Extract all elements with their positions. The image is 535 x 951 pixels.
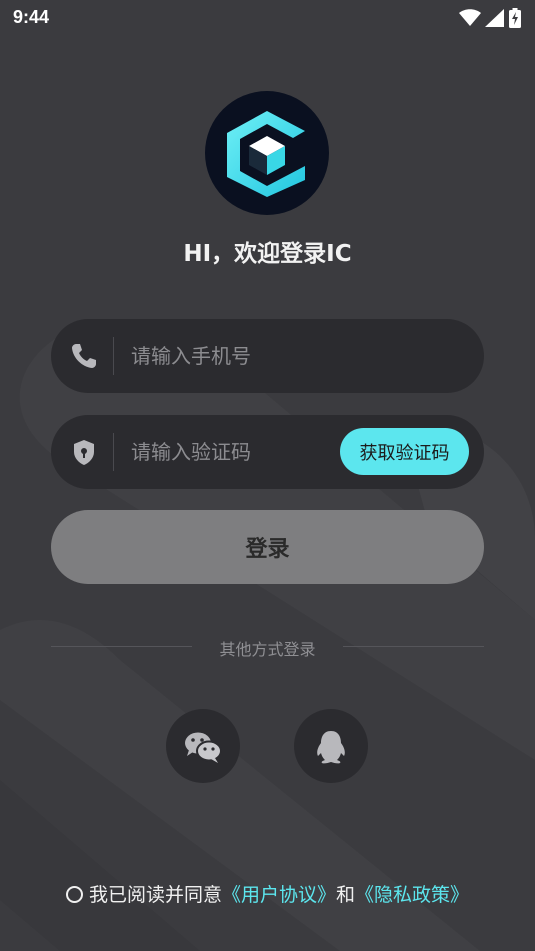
- privacy-policy-link[interactable]: 《隐私政策》: [355, 884, 469, 906]
- status-bar: 9:44: [0, 0, 535, 36]
- qq-login-button[interactable]: [294, 709, 368, 783]
- verification-code-field[interactable]: 获取验证码: [51, 415, 484, 489]
- phone-input[interactable]: [131, 336, 371, 376]
- wifi-icon: [459, 9, 481, 26]
- get-code-button[interactable]: 获取验证码: [340, 428, 469, 475]
- agreement-radio[interactable]: [65, 886, 83, 903]
- welcome-title: HI，欢迎登录IC: [183, 241, 352, 267]
- status-time: 9:44: [13, 7, 50, 27]
- phone-field-divider: [113, 337, 114, 375]
- signal-icon: [485, 9, 504, 27]
- app-logo: [205, 91, 329, 215]
- code-field-divider: [113, 433, 114, 471]
- wechat-login-button[interactable]: [166, 709, 240, 783]
- shield-icon: [74, 440, 94, 465]
- divider-line-right: [343, 646, 484, 647]
- agreement: 我已阅读并同意《用户协议》和《隐私政策》: [0, 880, 535, 907]
- agreement-prefix: 我已阅读并同意: [88, 884, 222, 906]
- phone-icon: [72, 344, 96, 368]
- verification-code-input[interactable]: [131, 432, 371, 472]
- other-login-divider: 其他方式登录: [51, 634, 484, 660]
- user-agreement-link[interactable]: 《用户协议》: [222, 884, 336, 906]
- wechat-icon: [185, 732, 222, 763]
- ic-logo-icon: [227, 111, 305, 197]
- status-icons: [459, 7, 521, 29]
- battery-charging-icon: [509, 8, 521, 28]
- qq-icon: [317, 731, 345, 764]
- phone-field[interactable]: [51, 319, 484, 393]
- other-login-label: 其他方式登录: [219, 640, 316, 659]
- agreement-conjunction: 和: [336, 884, 356, 906]
- login-button[interactable]: 登录: [51, 510, 484, 584]
